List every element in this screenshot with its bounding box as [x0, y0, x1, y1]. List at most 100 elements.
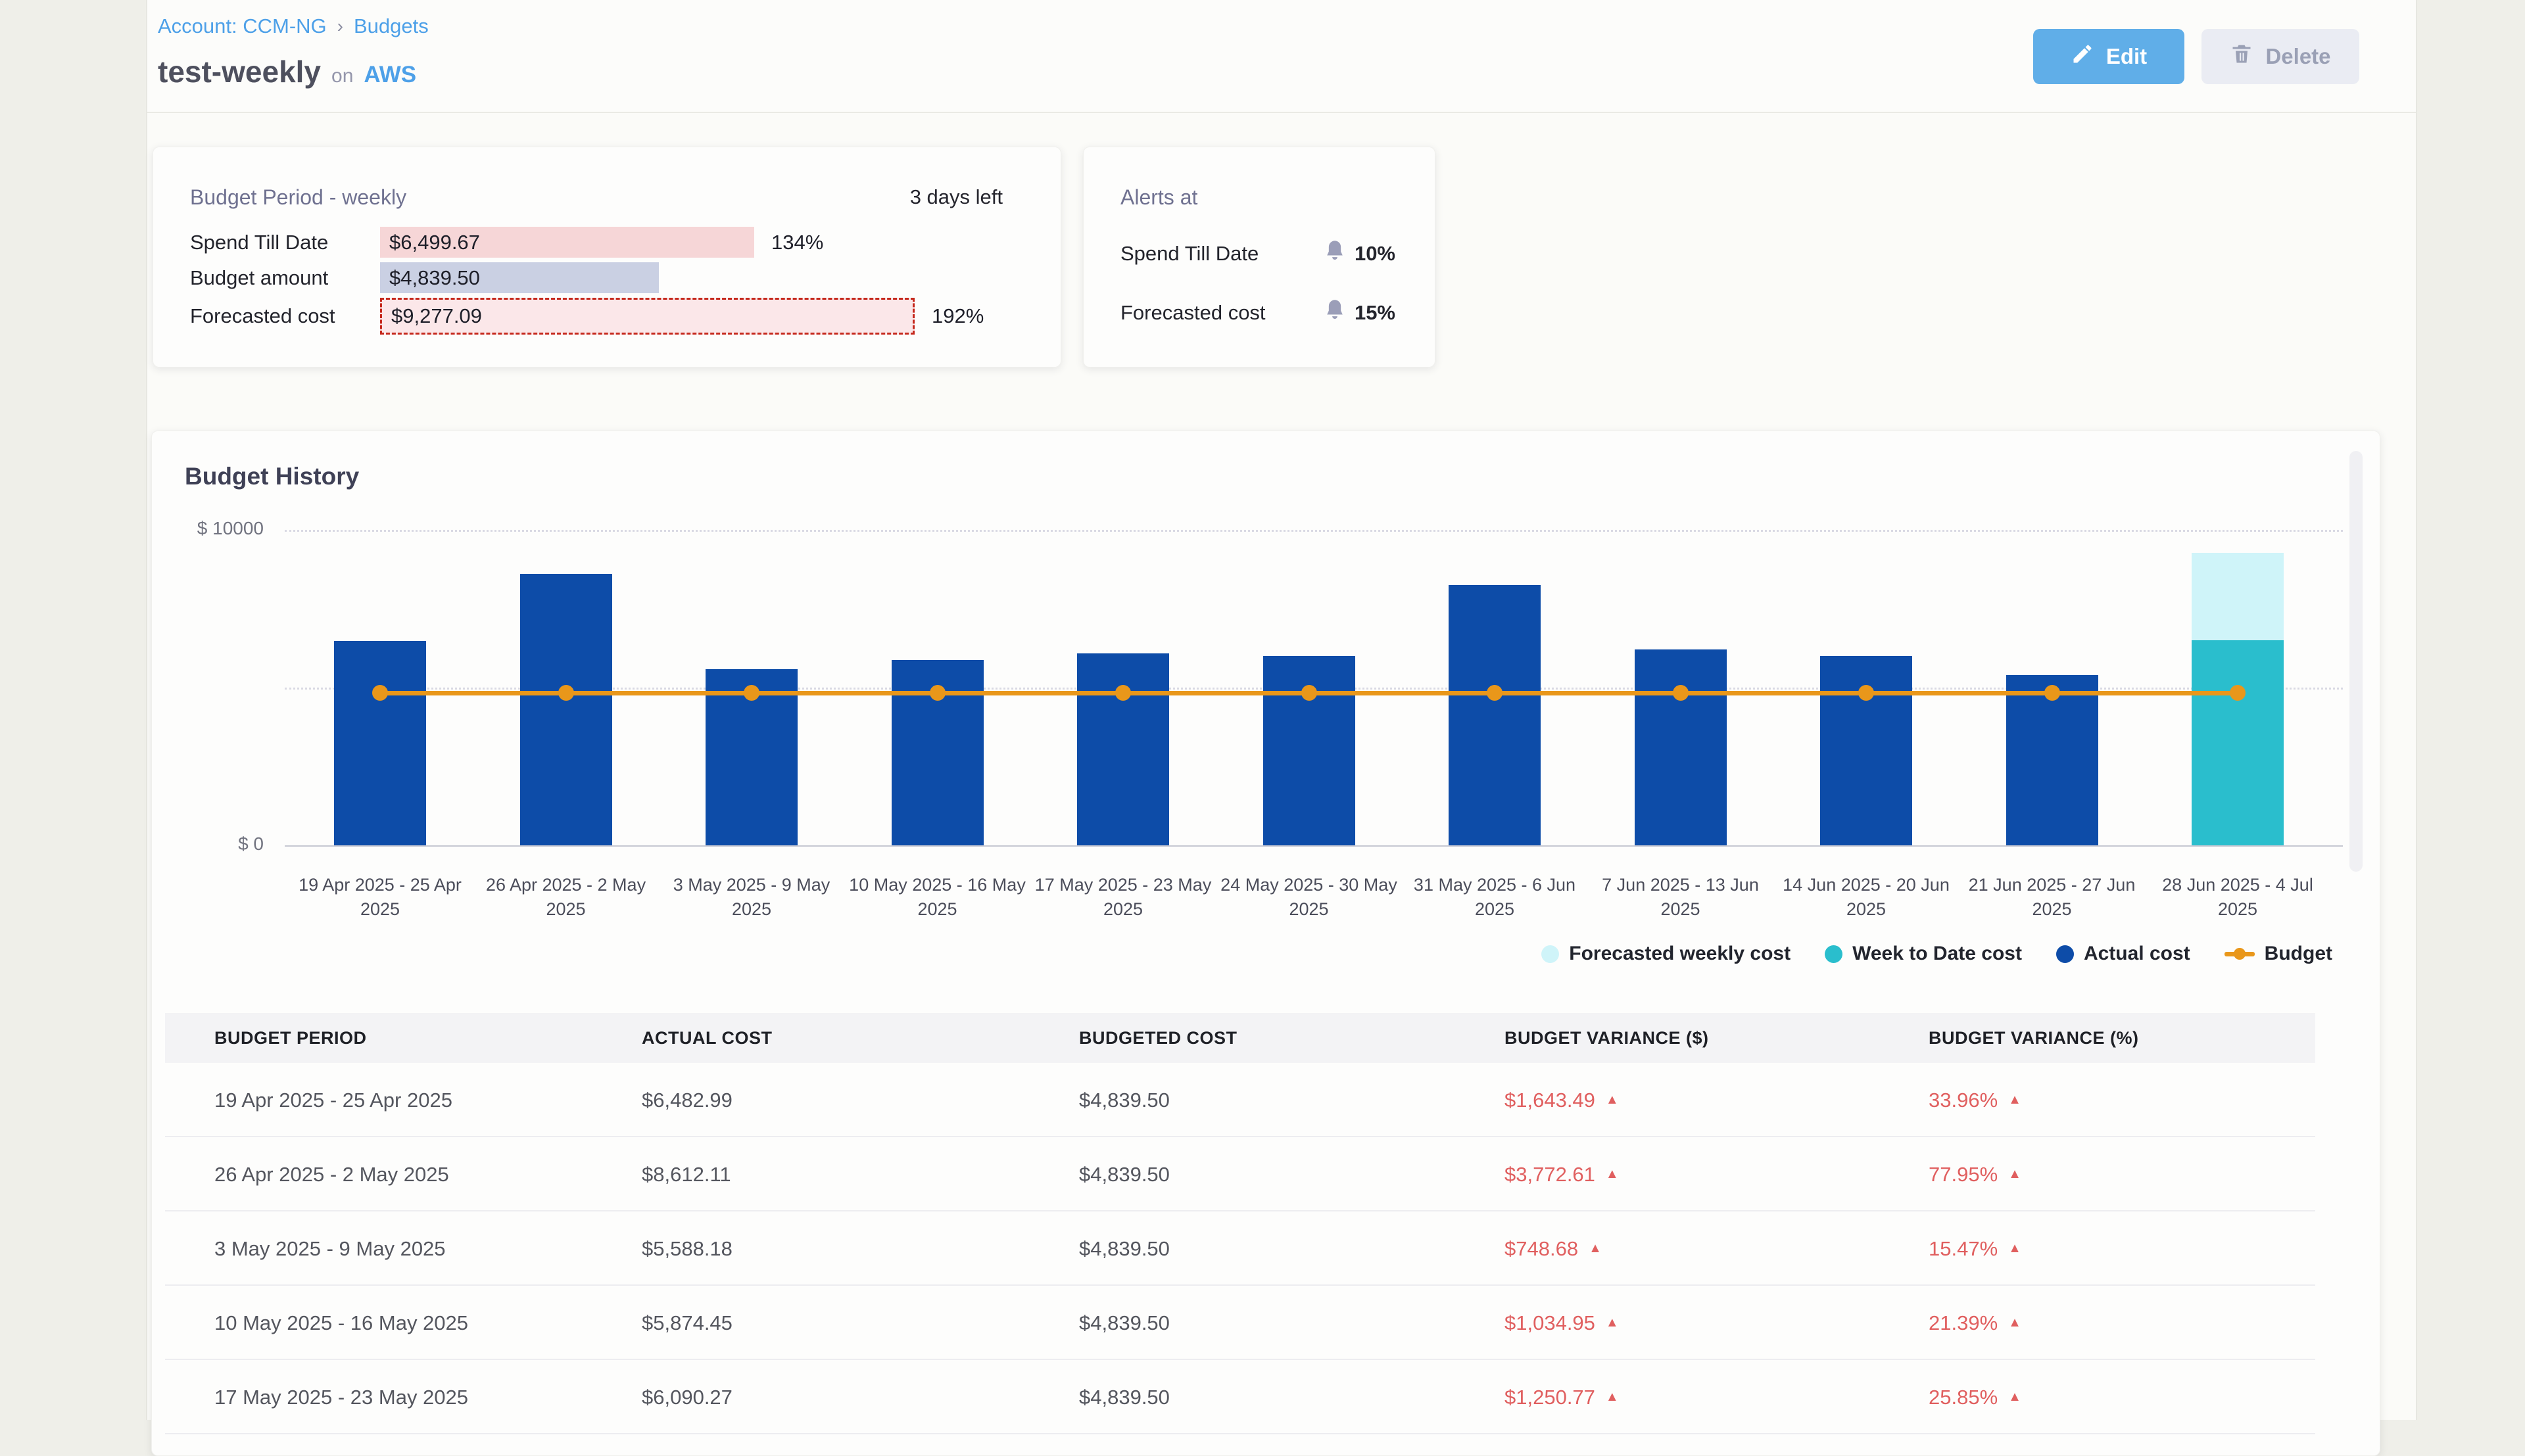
bell-icon [1324, 240, 1345, 268]
cell-actual-cost: $5,874.45 [642, 1286, 733, 1360]
up-triangle-icon: ▲ [1606, 1092, 1619, 1108]
legend-marker-line-dot [2224, 952, 2255, 956]
budget-line-point[interactable] [1858, 685, 1874, 701]
alert-threshold: 15% [1355, 301, 1395, 325]
alert-row-label: Forecasted cost [1120, 301, 1266, 325]
cell-budget-variance-pct: 21.39%▲ [1929, 1286, 2021, 1360]
page-header: Account: CCM-NG › Budgets test-weekly on… [147, 0, 2416, 113]
chart-legend: Forecasted weekly cost Week to Date cost A… [1541, 943, 2332, 965]
cell-budget-period: 19 Apr 2025 - 25 Apr 2025 [214, 1063, 452, 1137]
alert-row: Forecasted cost 15% [1120, 298, 1395, 327]
cell-budget-period: 3 May 2025 - 9 May 2025 [214, 1211, 446, 1286]
up-triangle-icon: ▲ [2008, 1315, 2021, 1330]
page-title: test-weekly [158, 54, 321, 89]
x-axis-label: 24 May 2025 - 30 May 2025 [1214, 873, 1405, 922]
alerts-card: Alerts at Spend Till Date10% Forecasted c… [1083, 147, 1435, 367]
budget-period-row-spend: Spend Till Date$6,499.67134% [153, 227, 1061, 258]
budget-line-point[interactable] [1487, 685, 1503, 701]
budget-line-point[interactable] [1301, 685, 1317, 701]
table-header-cell: BUDGET PERIOD [214, 1013, 367, 1063]
budget-period-title: Budget Period - weekly [190, 185, 406, 210]
y-gridline [285, 530, 2343, 532]
bar-actual-cost[interactable] [334, 641, 426, 845]
up-triangle-icon: ▲ [1589, 1241, 1602, 1256]
cell-budget-variance-pct: 25.85%▲ [1929, 1360, 2021, 1434]
delete-button-label: Delete [2265, 44, 2330, 69]
budget-line-point[interactable] [1115, 685, 1131, 701]
cell-budget-variance-usd: $1,250.77▲ [1504, 1360, 1619, 1434]
cell-budget-variance-pct: 77.95%▲ [1929, 1137, 2021, 1211]
legend-item-week-to-date-cost[interactable]: Week to Date cost [1825, 943, 2022, 965]
budget-period-bar-value: $6,499.67 [389, 231, 480, 254]
bar-actual-cost[interactable] [1449, 585, 1541, 845]
cell-budget-period: 17 May 2025 - 23 May 2025 [214, 1360, 468, 1434]
breadcrumb-account-link[interactable]: Account: CCM-NG [158, 14, 327, 38]
budget-line-point[interactable] [372, 685, 388, 701]
title-row: test-weekly on AWS [158, 54, 416, 89]
bar-actual-cost[interactable] [1077, 653, 1169, 845]
table-row: 17 May 2025 - 23 May 2025$6,090.27$4,839… [165, 1360, 2315, 1434]
up-triangle-icon: ▲ [1606, 1315, 1619, 1330]
cell-actual-cost: $5,588.18 [642, 1211, 733, 1286]
legend-item-budget[interactable]: Budget [2224, 943, 2332, 965]
alert-row-label: Spend Till Date [1120, 242, 1259, 266]
breadcrumb: Account: CCM-NG › Budgets [158, 14, 429, 38]
cell-actual-cost: $6,090.27 [642, 1360, 733, 1434]
budget-line-point[interactable] [1673, 685, 1689, 701]
bar-actual-cost[interactable] [1635, 649, 1727, 845]
bar-actual-cost[interactable] [520, 574, 612, 845]
table-header-cell: BUDGETED COST [1079, 1013, 1238, 1063]
x-axis-label: 21 Jun 2025 - 27 Jun 2025 [1957, 873, 2148, 922]
budget-period-percent: 192% [932, 298, 984, 335]
trash-icon [2230, 42, 2253, 71]
cell-budget-variance-pct: 15.47%▲ [1929, 1211, 2021, 1286]
budget-period-bar-forecast: $9,277.09 [380, 298, 915, 335]
table-row: 10 May 2025 - 16 May 2025$5,874.45$4,839… [165, 1286, 2315, 1360]
edit-button[interactable]: Edit [2033, 29, 2184, 84]
bar-week-to-date-cost[interactable] [2192, 640, 2284, 845]
y-axis-label: $ 0 [152, 834, 264, 855]
edit-button-label: Edit [2106, 44, 2147, 69]
up-triangle-icon: ▲ [1606, 1390, 1619, 1405]
legend-item-actual-cost[interactable]: Actual cost [2056, 943, 2190, 965]
legend-label: Budget [2265, 943, 2332, 965]
budget-line-point[interactable] [558, 685, 574, 701]
budget-period-bar-value: $4,839.50 [389, 266, 480, 290]
budget-period-percent: 134% [771, 227, 823, 258]
alert-row: Spend Till Date10% [1120, 239, 1395, 268]
vertical-scrollbar[interactable] [2349, 451, 2363, 872]
legend-label: Week to Date cost [1852, 943, 2022, 965]
budget-line-point[interactable] [2044, 685, 2060, 701]
budget-line-point[interactable] [744, 685, 759, 701]
budget-history-card: Budget History $ 10000$ 019 Apr 2025 - 2… [151, 431, 2380, 1456]
table-row: 3 May 2025 - 9 May 2025 $5,588.18 $4,839.5… [165, 1211, 2315, 1286]
y-axis-label: $ 10000 [152, 518, 264, 539]
cell-budgeted-cost: $4,839.50 [1079, 1063, 1170, 1137]
x-axis-label: 31 May 2025 - 6 Jun 2025 [1399, 873, 1590, 922]
breadcrumb-budgets-link[interactable]: Budgets [354, 14, 429, 38]
budget-period-row-label: Forecasted cost [190, 298, 335, 335]
x-axis-label: 28 Jun 2025 - 4 Jul 2025 [2142, 873, 2333, 922]
legend-label: Actual cost [2084, 943, 2190, 965]
x-axis-label: 17 May 2025 - 23 May 2025 [1028, 873, 1218, 922]
budget-period-row-budget: Budget amount$4,839.50 [153, 262, 1061, 293]
budget-period-bar-value: $9,277.09 [391, 304, 482, 328]
table-header-cell: BUDGET VARIANCE (%) [1929, 1013, 2139, 1063]
legend-item-forecasted-weekly-cost[interactable]: Forecasted weekly cost [1541, 943, 1791, 965]
table-header-cell: BUDGET VARIANCE ($) [1504, 1013, 1709, 1063]
breadcrumb-chevron-icon: › [337, 16, 343, 37]
cell-budgeted-cost: $4,839.50 [1079, 1137, 1170, 1211]
table-header-cell: ACTUAL COST [642, 1013, 773, 1063]
alerts-title: Alerts at [1120, 185, 1197, 210]
alerts-card-head: Alerts at [1120, 185, 1377, 210]
delete-button[interactable]: Delete [2201, 29, 2359, 84]
x-axis-label: 26 Apr 2025 - 2 May 2025 [471, 873, 661, 922]
budget-line-point[interactable] [2230, 685, 2246, 701]
up-triangle-icon: ▲ [2008, 1092, 2021, 1108]
budget-line-point[interactable] [930, 685, 946, 701]
up-triangle-icon: ▲ [2008, 1390, 2021, 1405]
cell-budgeted-cost: $4,839.50 [1079, 1211, 1170, 1286]
budget-period-bar-budget: $4,839.50 [380, 262, 659, 293]
legend-marker-circle [1541, 945, 1559, 963]
table-row: 26 Apr 2025 - 2 May 2025$8,612.11$4,839.… [165, 1137, 2315, 1211]
